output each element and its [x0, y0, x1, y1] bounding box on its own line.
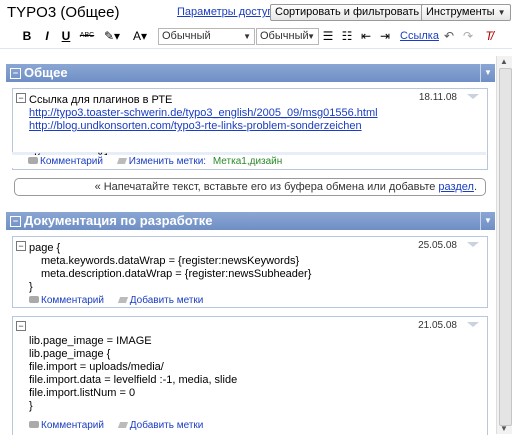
note-line: }	[29, 400, 33, 412]
top-bar: TYPO3 (Общее) Параметры доступа Сортиров…	[0, 0, 512, 24]
indent-icon: ⇥	[379, 29, 391, 43]
section-title: Общее	[24, 65, 68, 80]
note-footer: Комментарий Изменить метки: Метка1,дизай…	[12, 155, 486, 168]
section-header-general[interactable]: − Общее ▼	[6, 64, 495, 82]
note-body: lib.page_image = IMAGE lib.page_image { …	[29, 335, 237, 413]
numbered-list-icon: ☷	[341, 29, 353, 43]
sort-filter-button[interactable]: Сортировать и фильтровать▼	[270, 4, 436, 21]
note-card: − 25.05.08 page { meta.keywords.dataWrap…	[12, 236, 488, 308]
chevron-down-icon: ▼	[243, 32, 251, 41]
note-header: − 21.05.08	[13, 317, 487, 333]
scroll-down-icon[interactable]: ▼	[500, 424, 508, 433]
indent-button[interactable]: ⇥	[378, 28, 392, 44]
text-color-button[interactable]: A▾	[128, 28, 152, 44]
redo-button[interactable]: ↷	[461, 28, 475, 44]
collapse-note-icon[interactable]: −	[16, 321, 26, 331]
add-tags-link[interactable]: Добавить метки	[130, 295, 204, 306]
text-color-icon: A▾	[132, 29, 148, 43]
add-tags-link[interactable]: Добавить метки	[130, 420, 204, 431]
add-section-link[interactable]: раздел	[438, 181, 474, 193]
underline-button[interactable]: U	[61, 28, 71, 44]
redo-icon: ↷	[462, 29, 474, 43]
access-settings-link[interactable]: Параметры доступа	[177, 6, 279, 18]
note-date: 25.05.08	[418, 240, 457, 251]
note-body: Ссылка для плагинов в РТЕ http://typo3.t…	[29, 94, 378, 133]
note-line: lib.page_image = IMAGE	[29, 335, 152, 347]
scroll-up-icon[interactable]: ▲	[500, 57, 508, 66]
note-footer: Комментарий Добавить метки	[13, 294, 487, 307]
outdent-icon: ⇤	[360, 29, 372, 43]
note-menu-icon[interactable]	[467, 94, 479, 99]
numbered-list-button[interactable]: ☷	[340, 28, 354, 44]
note-line: file.import.listNum = 0	[29, 387, 136, 399]
insert-link-button[interactable]: Ссылка	[400, 28, 439, 44]
tag-icon	[117, 297, 128, 303]
note-date: 18.11.08	[418, 92, 457, 103]
comment-icon	[28, 157, 38, 164]
collapse-note-icon[interactable]: −	[16, 93, 26, 103]
edit-tags-link[interactable]: Изменить метки:	[129, 156, 206, 167]
tag-icon	[117, 422, 128, 428]
page-title: TYPO3 (Общее)	[7, 4, 120, 21]
note-line: }	[29, 281, 33, 293]
highlighter-icon: ✎▾	[103, 29, 121, 43]
note-menu-icon[interactable]	[467, 242, 479, 247]
section-header-dev-docs[interactable]: − Документация по разработке ▼	[6, 212, 495, 230]
format-toolbar: B I U ABC ✎▾ A▾ Обычный ▼ Обычный ▼ ☰ ☷ ⇤ …	[0, 24, 512, 49]
note-line: Ссылка для плагинов в РТЕ	[29, 94, 173, 106]
collapse-note-icon[interactable]: −	[16, 241, 26, 251]
bullet-list-button[interactable]: ☰	[321, 28, 335, 44]
comment-icon	[29, 296, 39, 303]
highlight-color-button[interactable]: ✎▾	[100, 28, 124, 44]
bullet-list-icon: ☰	[322, 29, 334, 43]
tools-label: Инструменты	[426, 6, 495, 18]
chevron-down-icon: ▼	[497, 8, 506, 17]
bold-button[interactable]: B	[22, 28, 32, 44]
font-style-value: Обычный	[162, 30, 211, 42]
note-card: − 21.05.08 lib.page_image = IMAGE lib.pa…	[12, 316, 488, 435]
add-comment-link[interactable]: Комментарий	[41, 295, 104, 306]
clear-format-button[interactable]: T̸	[482, 28, 496, 44]
note-line: lib.page_image {	[29, 348, 111, 360]
chevron-down-icon: ▼	[307, 32, 315, 41]
scrollbar[interactable]: ▲ ▼	[496, 56, 512, 434]
section-menu-chevron-icon[interactable]: ▼	[480, 212, 495, 230]
note-line: file.import = uploads/media/	[29, 361, 164, 373]
add-comment-link[interactable]: Комментарий	[40, 156, 103, 167]
clear-format-icon: T̸	[485, 29, 493, 43]
note-link[interactable]: http://blog.undkonsorten.com/typo3-rte-l…	[29, 120, 378, 133]
sort-filter-label: Сортировать и фильтровать	[275, 6, 420, 18]
add-note-box[interactable]: « Напечатайте текст, вставьте его из буф…	[14, 178, 486, 196]
collapse-icon[interactable]: −	[10, 216, 21, 227]
note-footer: Комментарий Добавить метки	[13, 419, 487, 432]
undo-icon: ↶	[443, 29, 455, 43]
section-menu-chevron-icon[interactable]: ▼	[480, 64, 495, 82]
add-note-prompt: « Напечатайте текст, вставьте его из буф…	[94, 181, 436, 193]
note-line: file.import.data = levelfield :-1, media…	[29, 374, 238, 386]
section-title: Документация по разработке	[24, 213, 213, 228]
italic-button[interactable]: I	[42, 28, 52, 44]
font-size-select[interactable]: Обычный ▼	[256, 28, 319, 45]
font-style-select[interactable]: Обычный ▼	[158, 28, 255, 45]
collapse-icon[interactable]: −	[10, 68, 21, 79]
scrollbar-thumb[interactable]	[499, 68, 512, 426]
note-body: page { meta.keywords.dataWrap = {registe…	[29, 242, 311, 294]
tag-icon	[116, 158, 127, 164]
note-line: meta.keywords.dataWrap = {register:newsK…	[41, 255, 300, 267]
note-line: meta.description.dataWrap = {register:ne…	[41, 268, 312, 280]
strikethrough-button[interactable]: ABC	[79, 28, 95, 44]
note-menu-icon[interactable]	[467, 322, 479, 327]
outdent-button[interactable]: ⇤	[359, 28, 373, 44]
undo-button[interactable]: ↶	[442, 28, 456, 44]
note-tags[interactable]: Метка1,дизайн	[213, 156, 282, 167]
font-size-value: Обычный	[260, 30, 309, 42]
comment-icon	[29, 421, 39, 428]
tools-button[interactable]: Инструменты ▼	[421, 4, 511, 21]
add-comment-link[interactable]: Комментарий	[41, 420, 104, 431]
note-date: 21.05.08	[418, 320, 457, 331]
note-link[interactable]: http://typo3.toaster-schwerin.de/typo3_e…	[29, 107, 378, 120]
note-line: page {	[29, 242, 61, 254]
